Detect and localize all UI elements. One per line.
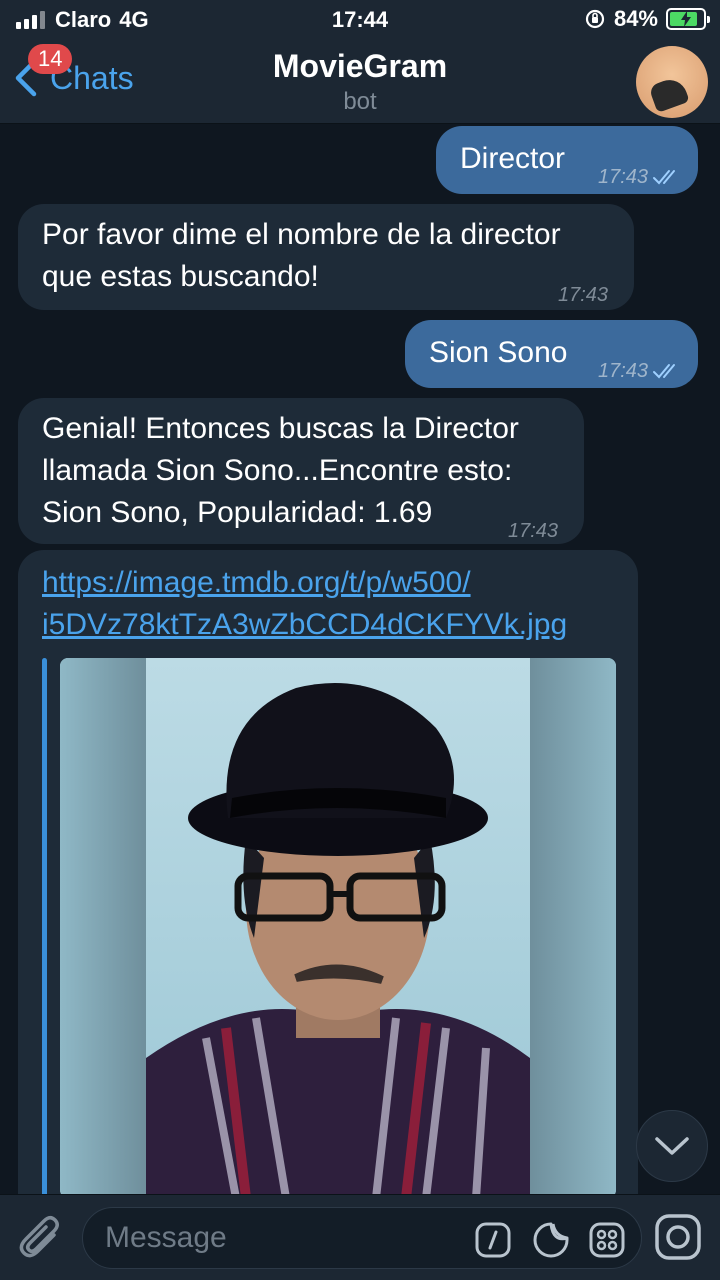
camera-icon[interactable]: [654, 1213, 702, 1261]
message-line: Sion Sono, Popularidad: 1.69: [42, 496, 433, 529]
message-meta: 17:43: [598, 156, 682, 198]
sticker-icon[interactable]: [533, 1222, 569, 1258]
portrait-illustration: [146, 658, 530, 1194]
message-meta: 17:43: [598, 350, 682, 392]
image-blur-left: [60, 658, 146, 1194]
image-blur-right: [530, 658, 616, 1194]
chat-header: Chats 14 MovieGram bot: [0, 40, 720, 124]
scroll-down-button[interactable]: [636, 1110, 708, 1182]
message-time: 17:43: [598, 360, 649, 382]
chat-title[interactable]: MovieGram: [0, 48, 720, 85]
status-bar: Claro 4G 17:44 84%: [0, 0, 720, 40]
message-bubble-incoming[interactable]: Por favor dime el nombre de la director …: [18, 204, 634, 310]
preview-image[interactable]: [60, 658, 616, 1194]
message-time: 17:43: [558, 284, 609, 306]
message-text: Genial! Entonces buscas la Director llam…: [42, 408, 519, 534]
paperclip-icon[interactable]: [18, 1215, 62, 1261]
grid-icon[interactable]: [589, 1222, 625, 1258]
link-text[interactable]: https://image.tmdb.org/t/p/w500/ i5DVz78…: [42, 562, 567, 646]
message-text: Por favor dime el nombre de la director …: [42, 214, 561, 298]
message-line: llamada Sion Sono...Encontre esto:: [42, 454, 513, 487]
message-time: 17:43: [508, 520, 559, 542]
bot-avatar[interactable]: [636, 46, 708, 118]
avatar-figure: [648, 75, 690, 113]
message-line: Por favor dime el nombre de la director: [42, 218, 561, 251]
message-text: Sion Sono: [429, 336, 568, 369]
portrait-photo: [146, 658, 530, 1194]
message-input[interactable]: [105, 1216, 465, 1260]
battery-icon: [666, 8, 710, 30]
link-line[interactable]: https://image.tmdb.org/t/p/w500/: [42, 562, 567, 604]
message-bubble-outgoing[interactable]: Director 17:43: [436, 126, 698, 194]
composer-bar: [0, 1194, 720, 1280]
message-bubble-incoming[interactable]: Genial! Entonces buscas la Director llam…: [18, 398, 584, 544]
read-checks-icon: [653, 364, 676, 379]
message-list[interactable]: Director 17:43 Por favor dime el nombre …: [0, 124, 720, 1194]
read-checks-icon: [653, 170, 676, 185]
message-line: Genial! Entonces buscas la Director: [42, 412, 519, 445]
message-bubble-outgoing[interactable]: Sion Sono 17:43: [405, 320, 698, 388]
chevron-down-icon: [655, 1137, 689, 1155]
slash-command-icon[interactable]: [475, 1222, 511, 1258]
link-line[interactable]: i5DVz78ktTzA3wZbCCD4dCKFYVk.jpg: [42, 604, 567, 646]
orientation-lock-icon: [585, 9, 605, 29]
message-text: Director: [460, 142, 566, 175]
message-bubble-link[interactable]: https://image.tmdb.org/t/p/w500/ i5DVz78…: [18, 550, 638, 1194]
battery-percent: 84%: [613, 6, 658, 31]
status-right: 84%: [584, 6, 710, 32]
battery-fill: [670, 11, 697, 27]
preview-accent-bar: [42, 658, 47, 1194]
chat-subtitle: bot: [343, 88, 377, 115]
message-field[interactable]: [82, 1207, 642, 1269]
message-time: 17:43: [598, 166, 649, 188]
message-line: que estas buscando!: [42, 260, 319, 293]
